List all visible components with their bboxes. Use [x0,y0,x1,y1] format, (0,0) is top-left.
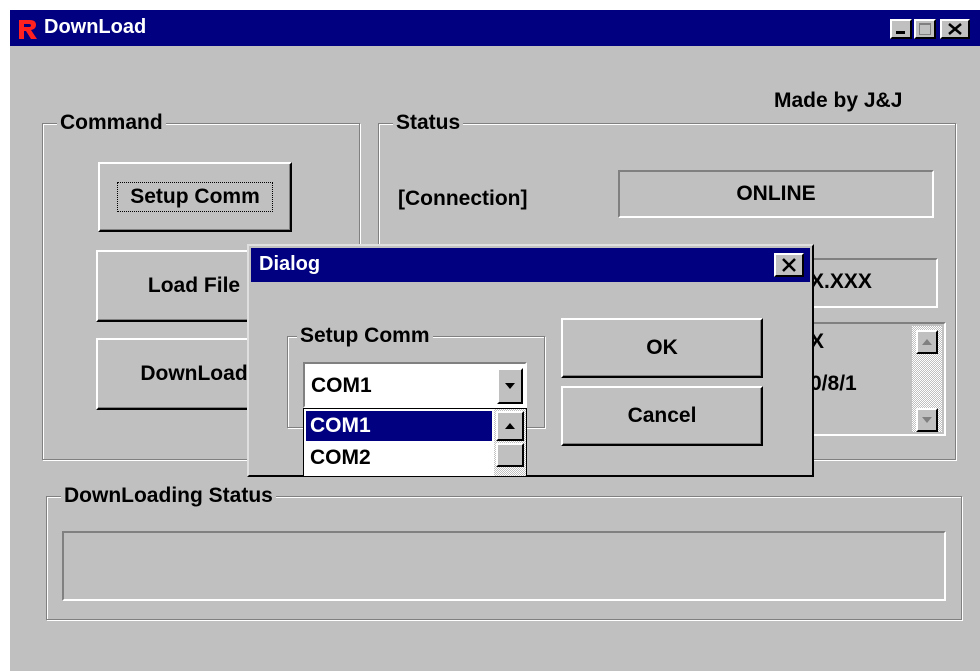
dialog-title: Dialog [259,253,321,275]
ok-label: OK [646,336,678,359]
setup-dialog: Dialog Setup Comm COM1 OK Cancel COM1 CO… [247,244,814,477]
setup-comm-button[interactable]: Setup Comm [98,162,292,232]
connection-label: [Connection] [398,187,528,210]
load-file-label: Load File [147,274,241,297]
connection-status-value: ONLINE [736,182,816,205]
com-port-option[interactable]: COM1 [306,411,492,441]
maximize-button[interactable] [914,19,936,39]
com-port-option-label: COM1 [310,414,371,437]
cancel-label: Cancel [627,404,697,427]
ok-button[interactable]: OK [561,318,763,378]
status-group-title: Status [393,111,464,135]
com-port-select[interactable]: COM1 [303,362,527,408]
com-port-dropdown-list[interactable]: COM1 COM2 [303,408,527,477]
close-button[interactable] [940,19,970,39]
window-title: DownLoad [44,16,147,38]
info-scroll-up-button[interactable] [916,330,938,354]
com-port-option-label: COM2 [310,446,371,469]
download-window: DownLoad Made by J&J Command Setup Comm … [10,10,980,671]
chevron-down-icon [505,383,515,389]
maximize-icon [919,23,931,35]
made-by-label: Made by J&J [774,89,903,112]
dropdown-scroll-thumb[interactable] [496,443,524,467]
close-icon [782,258,796,272]
com-port-selected-value: COM1 [311,374,372,397]
com-port-dropdown-button[interactable] [497,368,523,404]
dialog-close-button[interactable] [774,253,804,277]
com-port-option[interactable]: COM2 [306,443,492,473]
minimize-button[interactable] [890,19,912,39]
downloading-status-title: DownLoading Status [61,484,276,508]
app-r-logo-icon [16,18,38,40]
download-progress-bar [62,531,946,601]
setup-comm-label: Setup Comm [117,182,273,212]
scroll-up-icon [922,339,932,345]
download-label: DownLoad [140,362,248,385]
dialog-titlebar[interactable]: Dialog [251,248,810,282]
command-group-title: Command [57,111,166,135]
connection-status-field: ONLINE [618,170,934,218]
cancel-button[interactable]: Cancel [561,386,763,446]
dialog-setup-comm-title: Setup Comm [297,324,433,348]
window-titlebar[interactable]: DownLoad [10,10,980,46]
scroll-down-icon [922,417,932,423]
scroll-up-icon [505,423,515,429]
minimize-icon [896,31,905,34]
info-line-2: 0/8/1 [810,372,857,395]
info-scroll-down-button[interactable] [916,408,938,432]
version-field-value: X.XXX [810,270,872,293]
dropdown-scroll-up-button[interactable] [496,411,524,441]
close-icon [948,23,962,35]
